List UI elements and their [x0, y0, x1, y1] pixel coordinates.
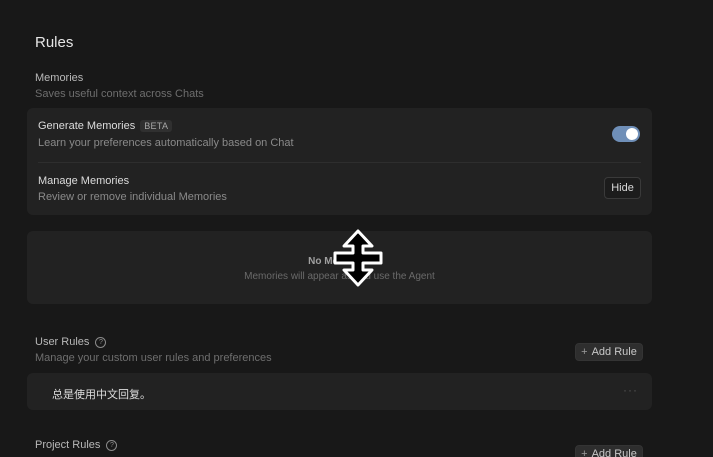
- user-rules-section-title: User Rules ?: [35, 336, 107, 348]
- memories-section-subtitle: Saves useful context across Chats: [35, 88, 204, 100]
- project-rules-section-title: Project Rules ?: [35, 439, 118, 451]
- user-rules-subtitle: Manage your custom user rules and prefer…: [35, 352, 272, 364]
- beta-badge: BETA: [140, 120, 173, 132]
- memories-section-label: Memories: [35, 72, 84, 84]
- page-title: Rules: [35, 34, 74, 51]
- add-project-rule-button[interactable]: + Add Rule: [575, 445, 643, 457]
- generate-memories-title: Generate Memories BETA: [38, 120, 173, 132]
- add-user-rule-button[interactable]: + Add Rule: [575, 343, 643, 361]
- rules-settings-page: Rules Memories Saves useful context acro…: [0, 0, 713, 457]
- user-rule-text: 总是使用中文回复。: [52, 388, 151, 401]
- help-circle-icon[interactable]: ?: [95, 336, 107, 348]
- row-divider: [38, 162, 641, 163]
- generate-memories-toggle[interactable]: [612, 126, 640, 142]
- toggle-knob: [626, 128, 638, 140]
- manage-memories-description: Review or remove individual Memories: [38, 191, 227, 203]
- more-horizontal-icon[interactable]: ···: [623, 383, 638, 397]
- project-rules-label: Project Rules: [35, 439, 101, 451]
- plus-icon: +: [581, 448, 588, 457]
- add-user-rule-label: Add Rule: [591, 346, 637, 358]
- memories-section-title: Memories: [35, 72, 83, 84]
- manage-memories-title: Manage Memories: [38, 175, 129, 187]
- user-rule-item[interactable]: 总是使用中文回复。 ···: [27, 373, 652, 410]
- generate-memories-description: Learn your preferences automatically bas…: [38, 137, 294, 149]
- manage-memories-label: Manage Memories: [38, 175, 130, 187]
- help-circle-icon[interactable]: ?: [106, 439, 118, 451]
- add-project-rule-label: Add Rule: [591, 448, 637, 457]
- plus-icon: +: [581, 346, 588, 358]
- memories-settings-card: Generate Memories BETA Learn your prefer…: [27, 108, 652, 215]
- generate-memories-label: Generate Memories: [38, 120, 136, 132]
- user-rules-label: User Rules: [35, 336, 90, 348]
- hide-memories-button[interactable]: Hide: [604, 177, 641, 199]
- resize-vertical-cursor-icon: [333, 229, 383, 287]
